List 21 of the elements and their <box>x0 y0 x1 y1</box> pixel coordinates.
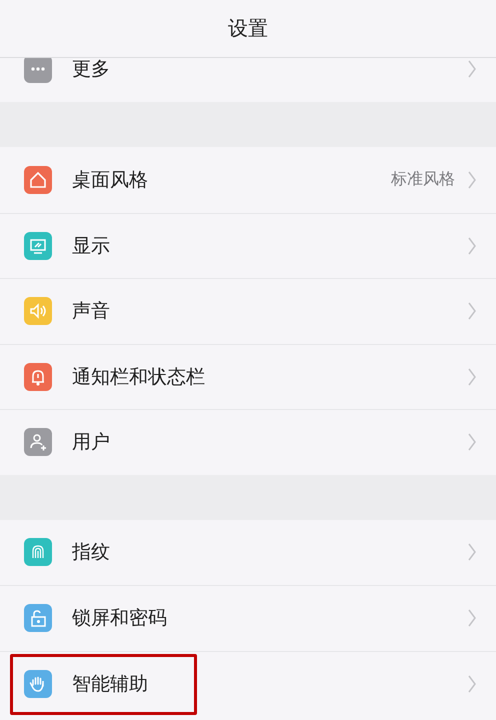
item-value: 标准风格 <box>391 169 455 190</box>
chevron-icon <box>467 236 477 256</box>
item-label: 指纹 <box>72 540 110 566</box>
item-label: 锁屏和密码 <box>72 606 167 632</box>
chevron-icon <box>467 674 477 694</box>
chevron-icon <box>467 58 477 79</box>
item-label: 桌面风格 <box>72 168 148 193</box>
page-title: 设置 <box>228 15 268 42</box>
item-label: 更多 <box>72 58 110 82</box>
chevron-icon <box>467 608 477 628</box>
item-label: 智能辅助 <box>72 672 148 697</box>
item-label: 通知栏和状态栏 <box>72 364 205 390</box>
item-label: 显示 <box>72 234 110 259</box>
chevron-icon <box>467 542 477 562</box>
settings-item[interactable]: 智能辅助 <box>0 650 496 716</box>
chevron-icon <box>467 301 477 322</box>
item-label: 声音 <box>72 299 110 324</box>
chevron-icon <box>467 170 477 190</box>
chevron-icon <box>467 432 477 452</box>
chevron-icon <box>467 366 477 387</box>
item-label: 用户 <box>72 430 110 456</box>
